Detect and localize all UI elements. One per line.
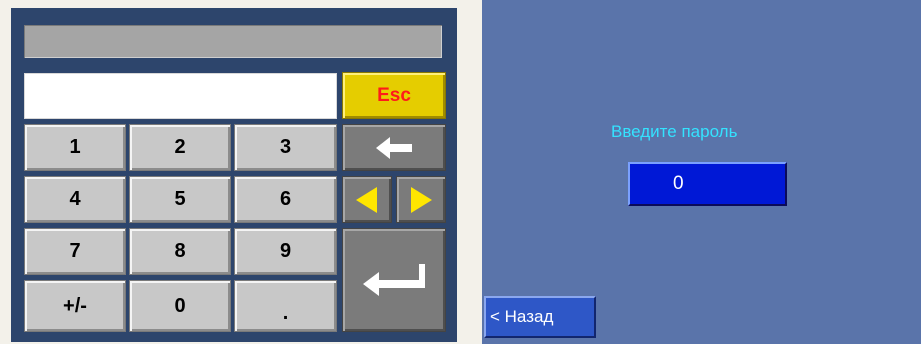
arrow-left-icon (376, 136, 412, 159)
key-6-button[interactable]: 6 (234, 176, 337, 223)
triangle-left-icon (356, 186, 377, 213)
key-2-button[interactable]: 2 (129, 124, 231, 171)
back-button[interactable]: < Назад (484, 296, 596, 338)
esc-button[interactable]: Esc (342, 72, 446, 119)
cursor-right-button[interactable] (396, 176, 446, 223)
triangle-right-icon (411, 186, 432, 213)
key-3-button[interactable]: 3 (234, 124, 337, 171)
keypad-input-field[interactable] (24, 73, 337, 119)
enter-button[interactable] (342, 228, 446, 332)
key-1-button[interactable]: 1 (24, 124, 126, 171)
key-7-button[interactable]: 7 (24, 228, 126, 275)
numeric-keypad-panel: Esc 1 2 3 4 5 6 7 8 9 +/- 0 . (11, 8, 457, 342)
cursor-left-button[interactable] (342, 176, 392, 223)
enter-return-icon (363, 264, 425, 296)
plus-minus-button[interactable]: +/- (24, 280, 126, 332)
decimal-point-button[interactable]: . (234, 280, 337, 332)
login-screen: Введите пароль 0 < Назад (482, 0, 921, 344)
keypad-display-bar (24, 25, 442, 58)
key-5-button[interactable]: 5 (129, 176, 231, 223)
backspace-button[interactable] (342, 124, 446, 171)
password-prompt-label: Введите пароль (611, 122, 738, 141)
key-9-button[interactable]: 9 (234, 228, 337, 275)
password-field[interactable]: 0 (628, 162, 787, 206)
key-8-button[interactable]: 8 (129, 228, 231, 275)
key-4-button[interactable]: 4 (24, 176, 126, 223)
key-0-button[interactable]: 0 (129, 280, 231, 332)
